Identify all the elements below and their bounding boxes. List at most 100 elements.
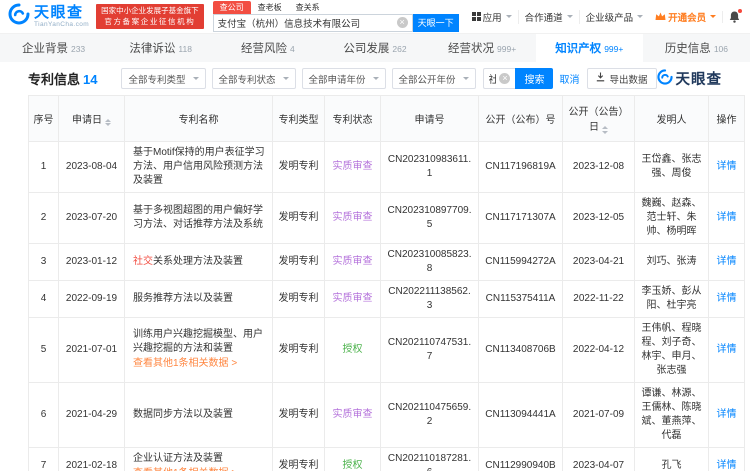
cell-application-no: CN202310897709.5 — [380, 191, 479, 244]
clear-icon[interactable]: × — [396, 17, 408, 28]
cell-patent-status: 实质审查 — [324, 140, 381, 193]
nav-vip[interactable]: 开通会员 — [649, 10, 722, 24]
column-label: 操作 — [716, 114, 737, 126]
cell-patent-type: 发明专利 — [272, 242, 325, 281]
logo-domain: TianYanCha.com — [34, 20, 90, 28]
search-tab-relation[interactable]: 查关系 — [289, 1, 327, 14]
top-nav: 应用 合作通道 企业级产品 开通会员 超级... — [466, 8, 750, 24]
keyword-input[interactable] — [488, 73, 497, 84]
cell-action: 详情 — [708, 140, 745, 193]
cell-publication-date: 2022-11-22 — [562, 279, 635, 318]
column-header: 专利状态 — [324, 95, 381, 142]
company-search-input[interactable] — [217, 17, 394, 28]
table-row: 5 2021-07-01 训练用户兴趣挖掘模型、用户兴趣挖掘的方法和装置 查看其他1条… — [28, 316, 745, 383]
nav-apps[interactable]: 应用 — [466, 10, 518, 24]
company-search-box: × — [212, 13, 413, 32]
column-header[interactable]: 申请日 — [58, 95, 125, 142]
cell-publication-date: 2021-07-09 — [562, 381, 635, 448]
cell-publication-no: CN112990940B — [478, 446, 563, 471]
tab-count: 999+ — [497, 43, 517, 54]
column-header[interactable]: 公开（公告）日 — [562, 95, 635, 142]
cancel-link[interactable]: 取消 — [559, 71, 579, 86]
chevron-down-icon — [566, 15, 573, 18]
keyword-clear-icon[interactable]: × — [499, 73, 511, 84]
column-header: 操作 — [708, 95, 745, 142]
cell-patent-name: 社交关系处理方法及装置 — [124, 242, 273, 281]
detail-link[interactable]: 详情 — [717, 293, 737, 304]
column-label: 发明人 — [656, 114, 687, 126]
cell-index: 5 — [28, 316, 59, 383]
page: 天眼查 TianYanCha.com 国家中小企业发展子基金旗下 官方备案企业征… — [0, 0, 750, 471]
tab-operating[interactable]: 经营状况 999+ — [429, 34, 536, 62]
status-badge: 实质审查 — [332, 408, 373, 420]
nav-super[interactable]: 超级... — [746, 10, 750, 24]
tab-lawsuit[interactable]: 法律诉讼 118 — [107, 34, 214, 62]
nav-label-vip: 开通会员 — [668, 12, 707, 24]
filter-select-patent-status[interactable]: 全部专利状态 — [211, 68, 296, 89]
related-data-link[interactable]: 查看其他1条相关数据 > — [133, 357, 267, 371]
cell-patent-name: 服务推荐方法以及装置 — [124, 279, 273, 318]
chevron-down-icon — [710, 15, 717, 18]
cell-action: 详情 — [708, 446, 745, 471]
detail-link[interactable]: 详情 — [717, 344, 737, 355]
detail-link[interactable]: 详情 — [717, 460, 737, 471]
cell-apply-date: 2023-08-04 — [58, 140, 125, 193]
cell-patent-type: 发明专利 — [272, 140, 325, 193]
column-header: 公开（公布）号 — [478, 95, 563, 142]
column-label: 专利状态 — [332, 114, 373, 126]
nav-notifications[interactable] — [722, 8, 746, 23]
cell-patent-name: 训练用户兴趣挖掘模型、用户兴趣挖掘的方法和装置 查看其他1条相关数据 > — [124, 316, 273, 383]
cell-index: 3 — [28, 242, 59, 281]
watermark-label: 天眼查 — [675, 72, 722, 88]
tab-ip[interactable]: 知识产权 999+ — [535, 34, 643, 62]
chevron-down-icon — [372, 77, 379, 80]
detail-link[interactable]: 详情 — [717, 161, 737, 172]
sort-carets-icon[interactable] — [602, 126, 608, 134]
tianyancha-logo[interactable]: 天眼查 TianYanCha.com — [8, 3, 89, 30]
filter-search-button[interactable]: 搜索 — [515, 68, 554, 89]
tab-count: 4 — [289, 43, 295, 54]
cell-patent-name: 基于Motif保持的用户表征学习方法、用户信用风险预测方法及装置 — [124, 140, 273, 193]
nav-cooperation[interactable]: 合作通道 — [517, 9, 579, 24]
gov-badge-line1: 国家中小企业发展子基金旗下 — [101, 5, 199, 15]
filter-select-publish-year[interactable]: 全部公开年份 — [391, 68, 476, 89]
nav-enterprise-products[interactable]: 企业级产品 — [578, 9, 650, 24]
top-search: 查公司查老板查关系 × 天眼一下 — [212, 0, 459, 32]
tab-development[interactable]: 公司发展 262 — [321, 34, 428, 62]
detail-link[interactable]: 详情 — [717, 256, 737, 267]
sort-carets-icon[interactable] — [105, 118, 111, 126]
filter-select-patent-type[interactable]: 全部专利类型 — [121, 68, 206, 89]
cell-inventors: 李玉娇、彭从阳、杜宇亮 — [634, 279, 709, 318]
patent-count: 14 — [83, 72, 98, 87]
status-badge: 实质审查 — [332, 160, 373, 172]
patent-name-text: 企业认证方法及装置 — [133, 452, 223, 464]
table-row: 6 2021-04-29 数据同步方法以及装置 发明专利 实质审查 CN202110475… — [28, 381, 745, 448]
search-tab-company[interactable]: 查公司 — [212, 0, 251, 14]
status-badge: 实质审查 — [332, 255, 373, 267]
cell-index: 6 — [28, 381, 59, 448]
detail-link[interactable]: 详情 — [717, 409, 737, 420]
tianyan-search-button[interactable]: 天眼一下 — [412, 13, 459, 32]
filter-select-apply-year[interactable]: 全部申请年份 — [301, 68, 386, 89]
select-value: 全部申请年份 — [308, 74, 366, 86]
chevron-down-icon — [462, 77, 469, 80]
tab-risk[interactable]: 经营风险 4 — [214, 34, 321, 62]
tab-label: 经营状况 — [448, 43, 495, 55]
tab-history[interactable]: 历史信息 106 — [643, 34, 750, 62]
patent-table-wrap: 序号 申请日 专利名称 专利类型 专利状态 申请号 公开（公布）号 公开（公告）日 发明人 操作 … — [0, 95, 750, 471]
chevron-down-icon — [505, 15, 512, 18]
tab-background[interactable]: 企业背景 233 — [0, 34, 107, 62]
detail-link[interactable]: 详情 — [717, 212, 737, 223]
cell-application-no: CN202310983611.1 — [380, 140, 479, 193]
keyword-search-box: × — [482, 68, 516, 89]
patent-name-text: 服务推荐方法以及装置 — [133, 292, 233, 304]
export-button[interactable]: 导出数据 — [587, 68, 657, 89]
cell-patent-type: 发明专利 — [272, 381, 325, 448]
cell-publication-date: 2023-04-07 — [562, 446, 635, 471]
cell-inventors: 魏巍、赵森、范士轩、朱帅、杨明晖 — [634, 191, 709, 244]
patent-table: 序号 申请日 专利名称 专利类型 专利状态 申请号 公开（公布）号 公开（公告）日 发明人 操作 … — [28, 95, 745, 471]
status-badge: 实质审查 — [332, 211, 373, 223]
related-data-link[interactable]: 查看其他1条相关数据 > — [133, 467, 267, 471]
select-value: 全部专利类型 — [128, 74, 186, 86]
search-tab-boss[interactable]: 查老板 — [251, 1, 289, 14]
